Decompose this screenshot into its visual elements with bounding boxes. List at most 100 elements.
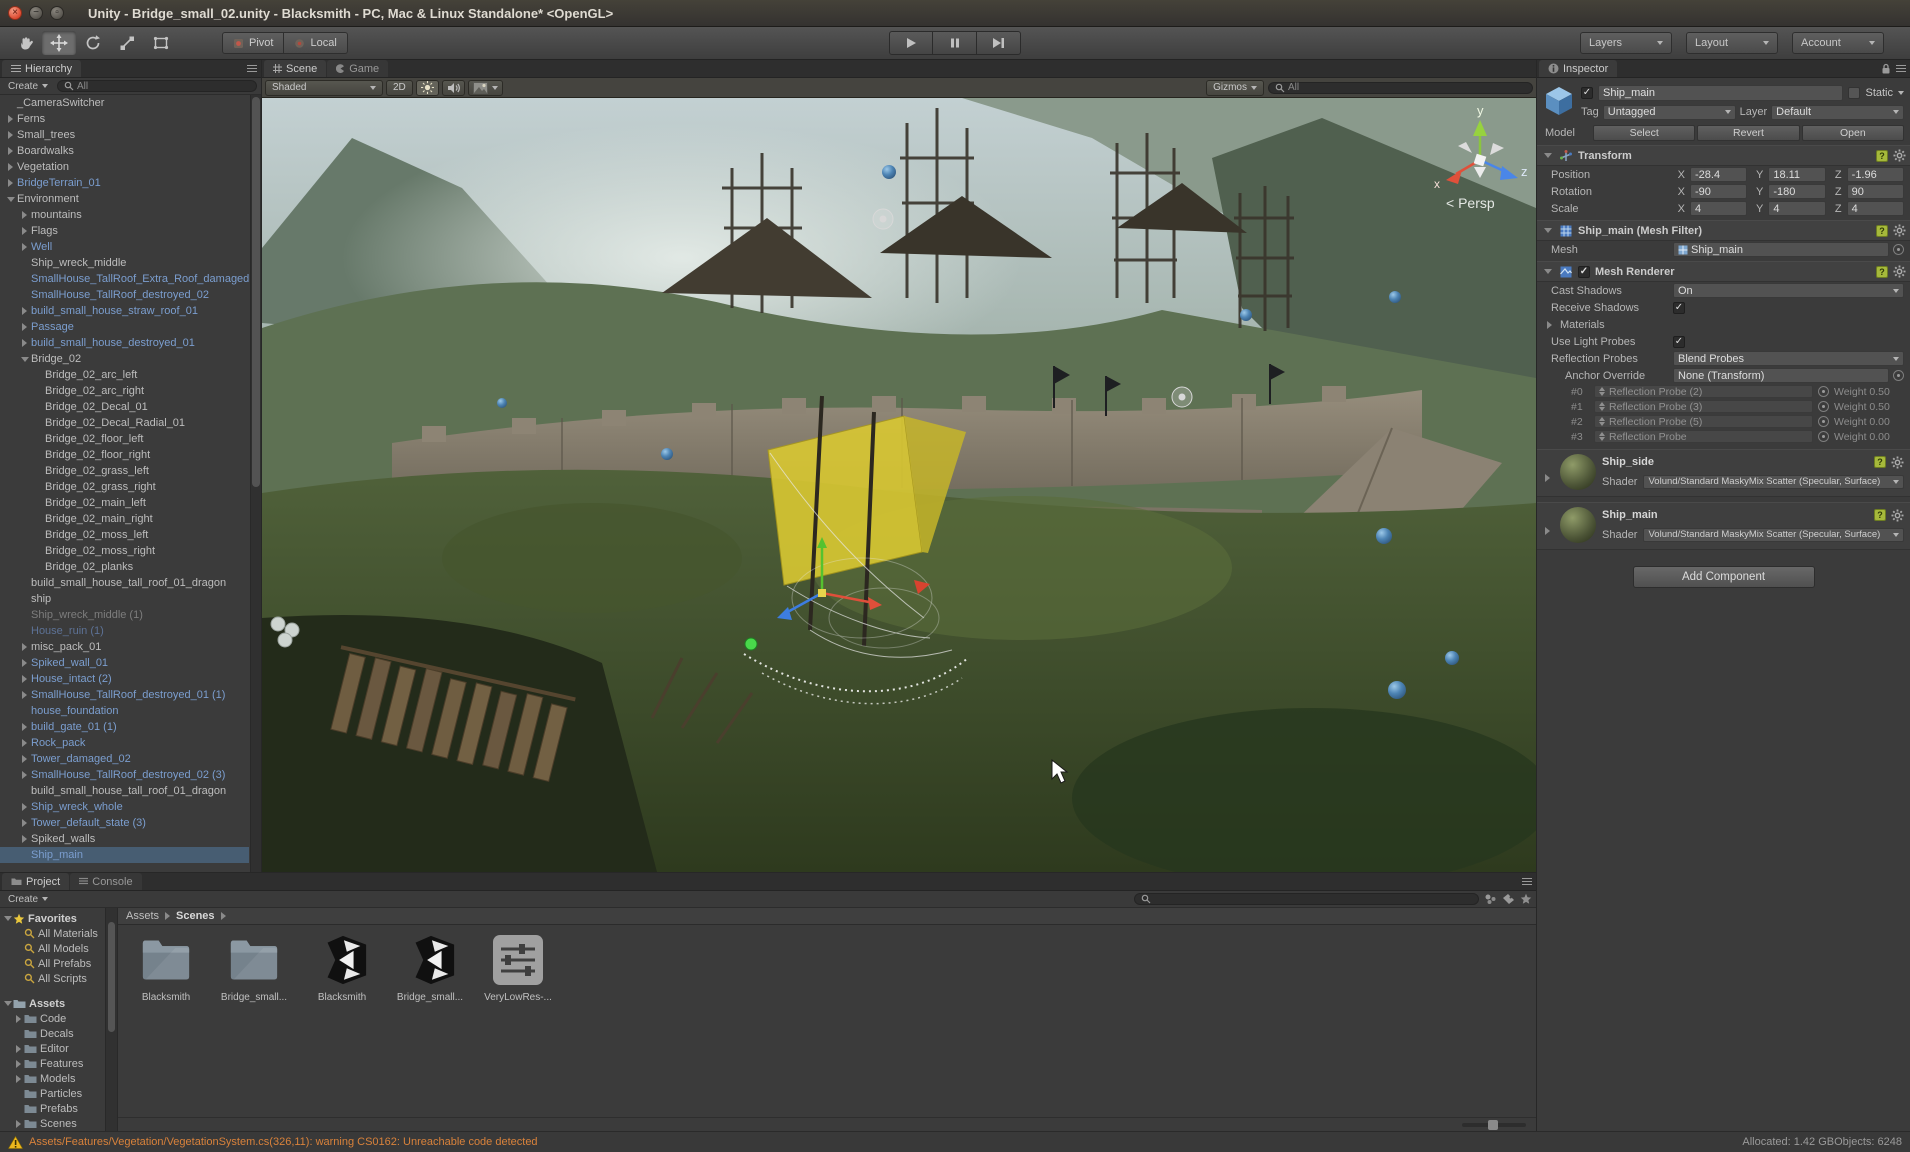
hierarchy-item[interactable]: Tower_default_state (3)	[0, 815, 249, 831]
foldout-arrow-icon[interactable]	[4, 197, 17, 202]
transform-value-field[interactable]: -28.4	[1690, 167, 1747, 182]
lock-icon[interactable]	[1881, 63, 1891, 74]
status-message[interactable]: Assets/Features/Vegetation/VegetationSys…	[29, 1136, 538, 1148]
foldout-arrow-icon[interactable]	[18, 675, 31, 683]
hierarchy-item[interactable]: Bridge_02_floor_right	[0, 447, 249, 463]
foldout-arrow-icon[interactable]	[18, 691, 31, 699]
search-by-type-icon[interactable]	[1484, 893, 1497, 905]
hierarchy-item[interactable]: misc_pack_01	[0, 639, 249, 655]
probe-object-field[interactable]: Reflection Probe (5)	[1594, 415, 1813, 428]
gear-icon[interactable]	[1891, 509, 1904, 522]
receive-shadows-checkbox[interactable]: ✓	[1673, 302, 1685, 314]
foldout-arrow-icon[interactable]	[18, 243, 31, 251]
foldout-arrow-icon[interactable]	[1541, 153, 1554, 158]
foldout-arrow-icon[interactable]	[13, 1120, 24, 1128]
object-picker-icon[interactable]	[1818, 416, 1829, 427]
foldout-arrow-icon[interactable]	[18, 643, 31, 651]
asset-item[interactable]: Blacksmith	[304, 931, 380, 1003]
hierarchy-item[interactable]: Boardwalks	[0, 143, 249, 159]
gear-icon[interactable]	[1893, 224, 1906, 237]
inspector-menu-icon[interactable]	[1896, 65, 1906, 72]
scale-tool-button[interactable]	[110, 31, 144, 55]
foldout-arrow-icon[interactable]	[18, 755, 31, 763]
transform-value-field[interactable]: 4	[1847, 201, 1904, 216]
help-book-icon[interactable]: ?	[1874, 456, 1886, 468]
static-dropdown-icon[interactable]	[1898, 91, 1904, 95]
tab-game[interactable]: Game	[327, 60, 388, 77]
foldout-arrow-icon[interactable]	[4, 163, 17, 171]
toolbar-dropdown-layers[interactable]: Layers	[1580, 32, 1672, 54]
asset-item[interactable]: Blacksmith	[128, 931, 204, 1003]
use-light-probes-checkbox[interactable]: ✓	[1673, 336, 1685, 348]
help-book-icon[interactable]: ?	[1876, 266, 1888, 278]
scene-viewport[interactable]: y z x < Persp	[262, 98, 1536, 872]
tag-dropdown[interactable]: Untagged	[1603, 105, 1736, 120]
shader-dropdown[interactable]: Volund/Standard MaskyMix Scatter (Specul…	[1643, 528, 1904, 542]
gear-icon[interactable]	[1891, 456, 1904, 469]
help-book-icon[interactable]: ?	[1876, 150, 1888, 162]
transform-value-field[interactable]: -180	[1768, 184, 1825, 199]
asset-item[interactable]: Bridge_small...	[216, 931, 292, 1003]
shader-dropdown[interactable]: Volund/Standard MaskyMix Scatter (Specul…	[1643, 475, 1904, 489]
foldout-arrow-icon[interactable]	[1543, 321, 1556, 329]
help-book-icon[interactable]: ?	[1874, 509, 1886, 521]
toolbar-dropdown-account[interactable]: Account	[1792, 32, 1884, 54]
gear-icon[interactable]	[1893, 265, 1906, 278]
object-picker-icon[interactable]	[1818, 431, 1829, 442]
scene-lighting-button[interactable]	[416, 80, 439, 96]
hierarchy-item[interactable]: build_small_house_tall_roof_01_dragon	[0, 575, 249, 591]
object-name-field[interactable]: Ship_main	[1598, 85, 1843, 101]
tree-favorite-item[interactable]: All Models	[0, 941, 105, 956]
tab-project[interactable]: Project	[2, 873, 69, 890]
gizmos-dropdown[interactable]: Gizmos	[1206, 80, 1264, 96]
hierarchy-item[interactable]: Environment	[0, 191, 249, 207]
add-component-button[interactable]: Add Component	[1633, 566, 1815, 588]
hierarchy-item[interactable]: Bridge_02_Decal_01	[0, 399, 249, 415]
hierarchy-item[interactable]: house_foundation	[0, 703, 249, 719]
hierarchy-item[interactable]: SmallHouse_TallRoof_destroyed_02 (3)	[0, 767, 249, 783]
hierarchy-menu-icon[interactable]	[247, 65, 257, 72]
window-maximize-button[interactable]: ▫	[50, 6, 64, 20]
cast-shadows-dropdown[interactable]: On	[1673, 283, 1904, 298]
foldout-arrow-icon[interactable]	[18, 227, 31, 235]
favorites-star-icon[interactable]	[1520, 893, 1532, 905]
hierarchy-item[interactable]: Bridge_02_main_right	[0, 511, 249, 527]
tab-inspector[interactable]: Inspector	[1539, 60, 1617, 77]
tree-favorite-item[interactable]: All Scripts	[0, 971, 105, 986]
foldout-arrow-icon[interactable]	[13, 1015, 24, 1023]
probe-object-field[interactable]: Reflection Probe	[1594, 430, 1813, 443]
foldout-arrow-icon[interactable]	[18, 835, 31, 843]
project-create-button[interactable]: Create	[4, 892, 52, 906]
foldout-arrow-icon[interactable]	[18, 357, 31, 362]
foldout-arrow-icon[interactable]	[4, 179, 17, 187]
hierarchy-item[interactable]: Passage	[0, 319, 249, 335]
foldout-arrow-icon[interactable]	[18, 339, 31, 347]
tree-favorite-item[interactable]: All Materials	[0, 926, 105, 941]
breadcrumb-segment[interactable]: Scenes	[176, 910, 215, 922]
hierarchy-item[interactable]: Spiked_wall_01	[0, 655, 249, 671]
hierarchy-item[interactable]: Bridge_02_main_left	[0, 495, 249, 511]
layer-dropdown[interactable]: Default	[1771, 105, 1904, 120]
probe-object-field[interactable]: Reflection Probe (2)	[1594, 385, 1813, 398]
hierarchy-item[interactable]: Tower_damaged_02	[0, 751, 249, 767]
hierarchy-item[interactable]: ship	[0, 591, 249, 607]
transform-value-field[interactable]: -1.96	[1847, 167, 1904, 182]
window-minimize-button[interactable]: −	[29, 6, 43, 20]
model-revert-button[interactable]: Revert	[1697, 125, 1799, 141]
hand-tool-button[interactable]	[8, 31, 42, 55]
foldout-arrow-icon[interactable]	[18, 211, 31, 219]
renderer-enabled-checkbox[interactable]: ✓	[1578, 266, 1590, 278]
search-by-label-icon[interactable]	[1502, 893, 1515, 905]
hierarchy-item[interactable]: Bridge_02_planks	[0, 559, 249, 575]
hierarchy-item[interactable]: Spiked_walls	[0, 831, 249, 847]
foldout-arrow-icon[interactable]	[18, 723, 31, 731]
persp-label[interactable]: < Persp	[1446, 195, 1495, 211]
scene-search-input[interactable]: All	[1268, 82, 1533, 94]
hierarchy-create-button[interactable]: Create	[4, 79, 52, 93]
foldout-arrow-icon[interactable]	[18, 771, 31, 779]
tree-assets-root[interactable]: Assets	[0, 996, 105, 1011]
local-toggle-button[interactable]: Local	[284, 32, 347, 54]
hierarchy-item[interactable]: Rock_pack	[0, 735, 249, 751]
rect-tool-button[interactable]	[144, 31, 178, 55]
hierarchy-search-input[interactable]: All	[57, 80, 257, 92]
